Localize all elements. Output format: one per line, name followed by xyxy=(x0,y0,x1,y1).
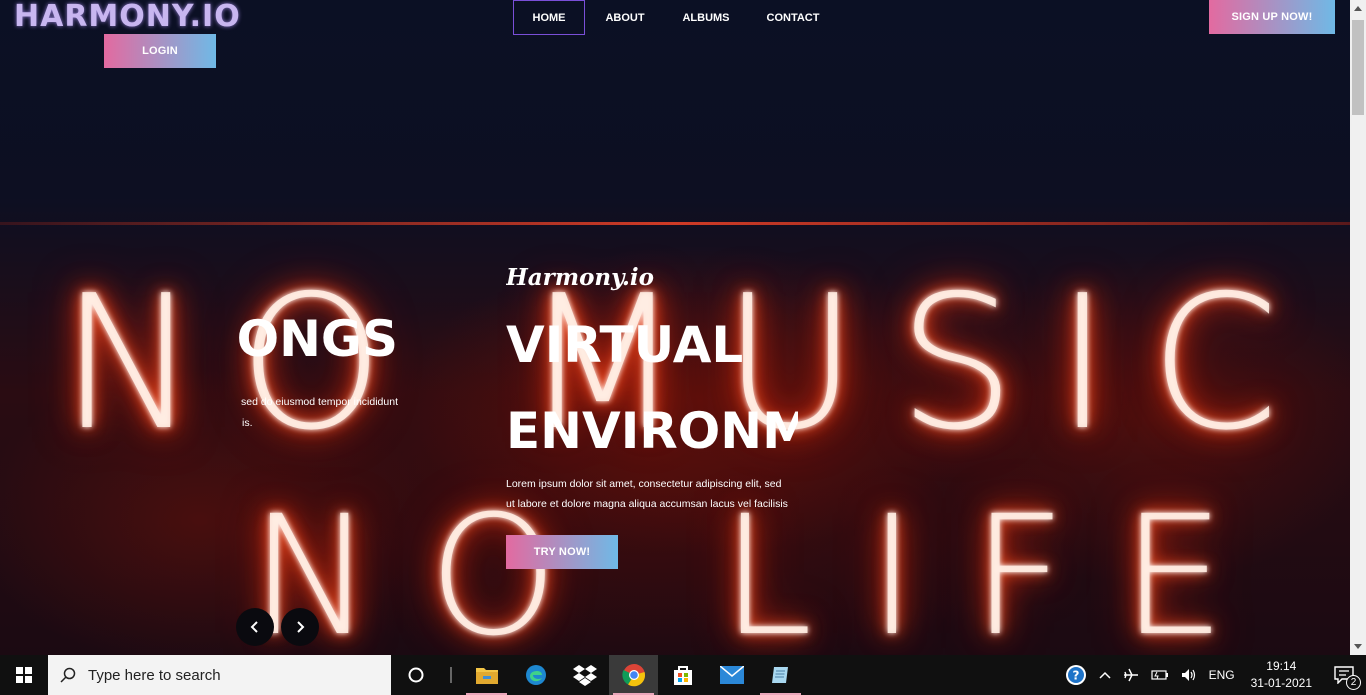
neon-bar xyxy=(0,222,1350,225)
page-scrollbar[interactable] xyxy=(1350,0,1366,655)
windows-taskbar: Type here to search ? ENG 19:14 31-01-20… xyxy=(0,655,1366,695)
notification-count-badge: 2 xyxy=(1346,675,1361,690)
action-center-button[interactable]: 2 xyxy=(1322,655,1366,695)
nav-about[interactable]: ABOUT xyxy=(585,0,665,35)
file-explorer-button[interactable] xyxy=(462,655,511,695)
carousel-prev-button[interactable] xyxy=(236,608,274,646)
login-button[interactable]: LOGIN xyxy=(104,34,216,68)
scroll-down-icon[interactable] xyxy=(1354,644,1362,649)
chrome-icon xyxy=(621,664,645,687)
folder-icon xyxy=(475,668,498,684)
slide-paragraph: Lorem ipsum dolor sit amet, consectetur … xyxy=(506,474,788,514)
cortana-icon xyxy=(408,667,423,683)
show-hidden-icons-button[interactable] xyxy=(1093,655,1117,695)
help-tray-button[interactable]: ? xyxy=(1059,655,1093,695)
help-icon: ? xyxy=(1065,665,1086,685)
search-placeholder: Type here to search xyxy=(88,666,221,684)
signup-button[interactable]: SIGN UP NOW! xyxy=(1209,0,1335,34)
start-button[interactable] xyxy=(0,655,48,695)
scrollbar-thumb[interactable] xyxy=(1352,20,1364,115)
mail-icon xyxy=(719,666,744,684)
edge-icon xyxy=(525,665,546,685)
previous-slide: ...EE SONGS sed do eiusmod tempor incidi… xyxy=(236,300,398,440)
scroll-up-icon[interactable] xyxy=(1354,6,1362,11)
chevron-up-icon xyxy=(1099,671,1111,679)
site-logo[interactable]: HARMONY.IO xyxy=(14,0,241,34)
airplane-icon xyxy=(1123,668,1138,682)
dropbox-button[interactable] xyxy=(560,655,609,695)
nav-contact[interactable]: CONTACT xyxy=(747,0,839,35)
search-icon xyxy=(60,667,76,683)
store-icon xyxy=(673,666,692,685)
slide-paragraph-line: sed do eiusmod tempor incididunt xyxy=(240,396,398,408)
notepad-app-button[interactable] xyxy=(756,655,805,695)
nav-albums[interactable]: ALBUMS xyxy=(665,0,747,35)
store-button[interactable] xyxy=(658,655,707,695)
edge-button[interactable] xyxy=(511,655,560,695)
main-nav: HOME ABOUT ALBUMS CONTACT xyxy=(513,0,839,35)
nav-home[interactable]: HOME xyxy=(513,0,585,35)
mail-button[interactable] xyxy=(707,655,756,695)
volume-button[interactable] xyxy=(1175,655,1203,695)
try-now-button[interactable]: TRY NOW! xyxy=(506,535,618,569)
slide-paragraph-line: Lorem ipsum dolor sit amet, consectetur … xyxy=(506,478,782,490)
dropbox-icon xyxy=(572,665,597,686)
slide-heading-line: VIRTUAL xyxy=(506,316,744,374)
clock[interactable]: 19:14 31-01-2021 xyxy=(1241,658,1322,692)
clock-time: 19:14 xyxy=(1266,659,1297,673)
battery-icon xyxy=(1150,670,1168,680)
slide-heading: ...EE SONGS xyxy=(236,310,398,368)
notepad-icon xyxy=(771,667,788,683)
slide-script-title: Harmony.io xyxy=(506,264,654,291)
slide-paragraph: sed do eiusmod tempor incididunt is. xyxy=(236,392,398,434)
taskbar-search[interactable]: Type here to search xyxy=(48,655,391,695)
taskbar-divider xyxy=(450,667,452,683)
clock-date: 31-01-2021 xyxy=(1250,676,1312,690)
chevron-left-icon xyxy=(250,621,258,633)
windows-logo-icon xyxy=(16,667,32,683)
svg-text:?: ? xyxy=(1072,669,1079,683)
airplane-mode-button[interactable] xyxy=(1117,655,1145,695)
volume-icon xyxy=(1181,669,1195,681)
hero-section: NO MUSIC NO LIFE ...EE SONGS sed do eius… xyxy=(0,0,1350,655)
system-tray: ? ENG 19:14 31-01-2021 2 xyxy=(1059,655,1366,695)
cortana-button[interactable] xyxy=(391,655,440,695)
slide-paragraph-line: is. xyxy=(242,417,253,429)
current-slide: Harmony.io VIRTUAL ENVIRONMENT Lorem ips… xyxy=(506,262,798,582)
slide-heading: VIRTUAL ENVIRONMENT xyxy=(506,302,798,474)
chrome-button[interactable] xyxy=(609,655,658,695)
battery-button[interactable] xyxy=(1145,655,1175,695)
carousel-next-button[interactable] xyxy=(281,608,319,646)
chevron-right-icon xyxy=(297,621,305,633)
slide-heading-line: ENVIRONMENT xyxy=(506,402,798,460)
slide-paragraph-line: ut labore et dolore magna aliqua accumsa… xyxy=(506,498,788,510)
language-indicator[interactable]: ENG xyxy=(1203,655,1241,695)
